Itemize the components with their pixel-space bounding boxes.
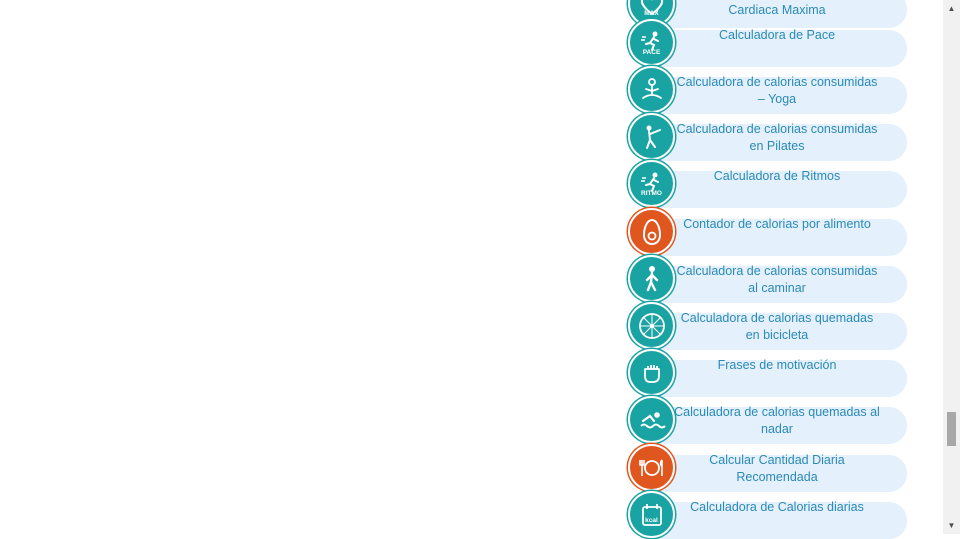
list-item-cantidad-diaria[interactable]: Calcular Cantidad Diaria Recomendada	[628, 444, 908, 492]
item-label: Calculadora de calorias consumidas en Pi…	[676, 122, 878, 153]
item-label: Calcular Cantidad Diaria Recomendada	[709, 453, 845, 484]
item-label: Contador de calorias por alimento	[683, 217, 871, 231]
runner-ritmo-icon: RITMO	[628, 160, 675, 207]
vertical-scrollbar[interactable]: ▲ ▼	[943, 0, 960, 534]
icon-tag: PACE	[642, 49, 661, 56]
list-item-ritmos[interactable]: Calculadora de Ritmos RITMO	[628, 160, 908, 208]
list-item-nadar[interactable]: Calculadora de calorias quemadas al nada…	[628, 396, 908, 444]
list-item-yoga[interactable]: Calculadora de calorias consumidas – Yog…	[628, 66, 908, 114]
item-label: Frases de motivación	[717, 358, 837, 372]
runner-pace-icon: PACE	[628, 19, 675, 66]
list-item-frases-motivacion[interactable]: Frases de motivación	[628, 349, 908, 397]
item-label: Calculadora de Calorias diarias	[690, 500, 864, 514]
item-label: Calculadora de calorias quemadas al nada…	[674, 405, 880, 436]
icon-tag: MAX	[644, 10, 659, 17]
kcal-calendar-icon: kcal	[628, 491, 675, 538]
scroll-down-arrow-icon[interactable]: ▼	[943, 517, 960, 534]
list-item-caminar[interactable]: Calculadora de calorias consumidas al ca…	[628, 255, 908, 303]
calculator-list: Cardiaca Maxima MAX Calculadora de Pace …	[0, 0, 943, 539]
item-label: Calculadora de calorias quemadas en bici…	[680, 311, 874, 342]
list-item-pace[interactable]: Calculadora de Pace PACE	[628, 19, 908, 67]
item-label: Calculadora de Pace	[718, 28, 836, 42]
list-item-pilates[interactable]: Calculadora de calorias consumidas en Pi…	[628, 113, 908, 161]
swimmer-icon	[628, 396, 675, 443]
bicycle-wheel-icon	[628, 302, 675, 349]
pilates-icon	[628, 113, 675, 160]
list-item-contador-alimento[interactable]: Contador de calorias por alimento	[628, 208, 908, 256]
scroll-up-arrow-icon[interactable]: ▲	[943, 0, 960, 17]
icon-tag: RITMO	[641, 190, 662, 197]
item-label: Calculadora de calorias consumidas – Yog…	[676, 75, 878, 106]
item-label: Cardiaca Maxima	[728, 3, 826, 17]
walking-icon	[628, 255, 675, 302]
avocado-icon	[628, 208, 675, 255]
item-label: Calculadora de Ritmos	[713, 169, 841, 183]
list-item-calorias-diarias[interactable]: Calculadora de Calorias diarias kcal	[628, 491, 908, 539]
scrollbar-thumb[interactable]	[947, 412, 956, 446]
plate-cutlery-icon	[628, 444, 675, 491]
fist-icon	[628, 349, 675, 396]
item-label: Calculadora de calorias consumidas al ca…	[676, 264, 878, 295]
list-item-bicicleta[interactable]: Calculadora de calorias quemadas en bici…	[628, 302, 908, 350]
yoga-icon	[628, 66, 675, 113]
icon-tag: kcal	[645, 517, 658, 524]
